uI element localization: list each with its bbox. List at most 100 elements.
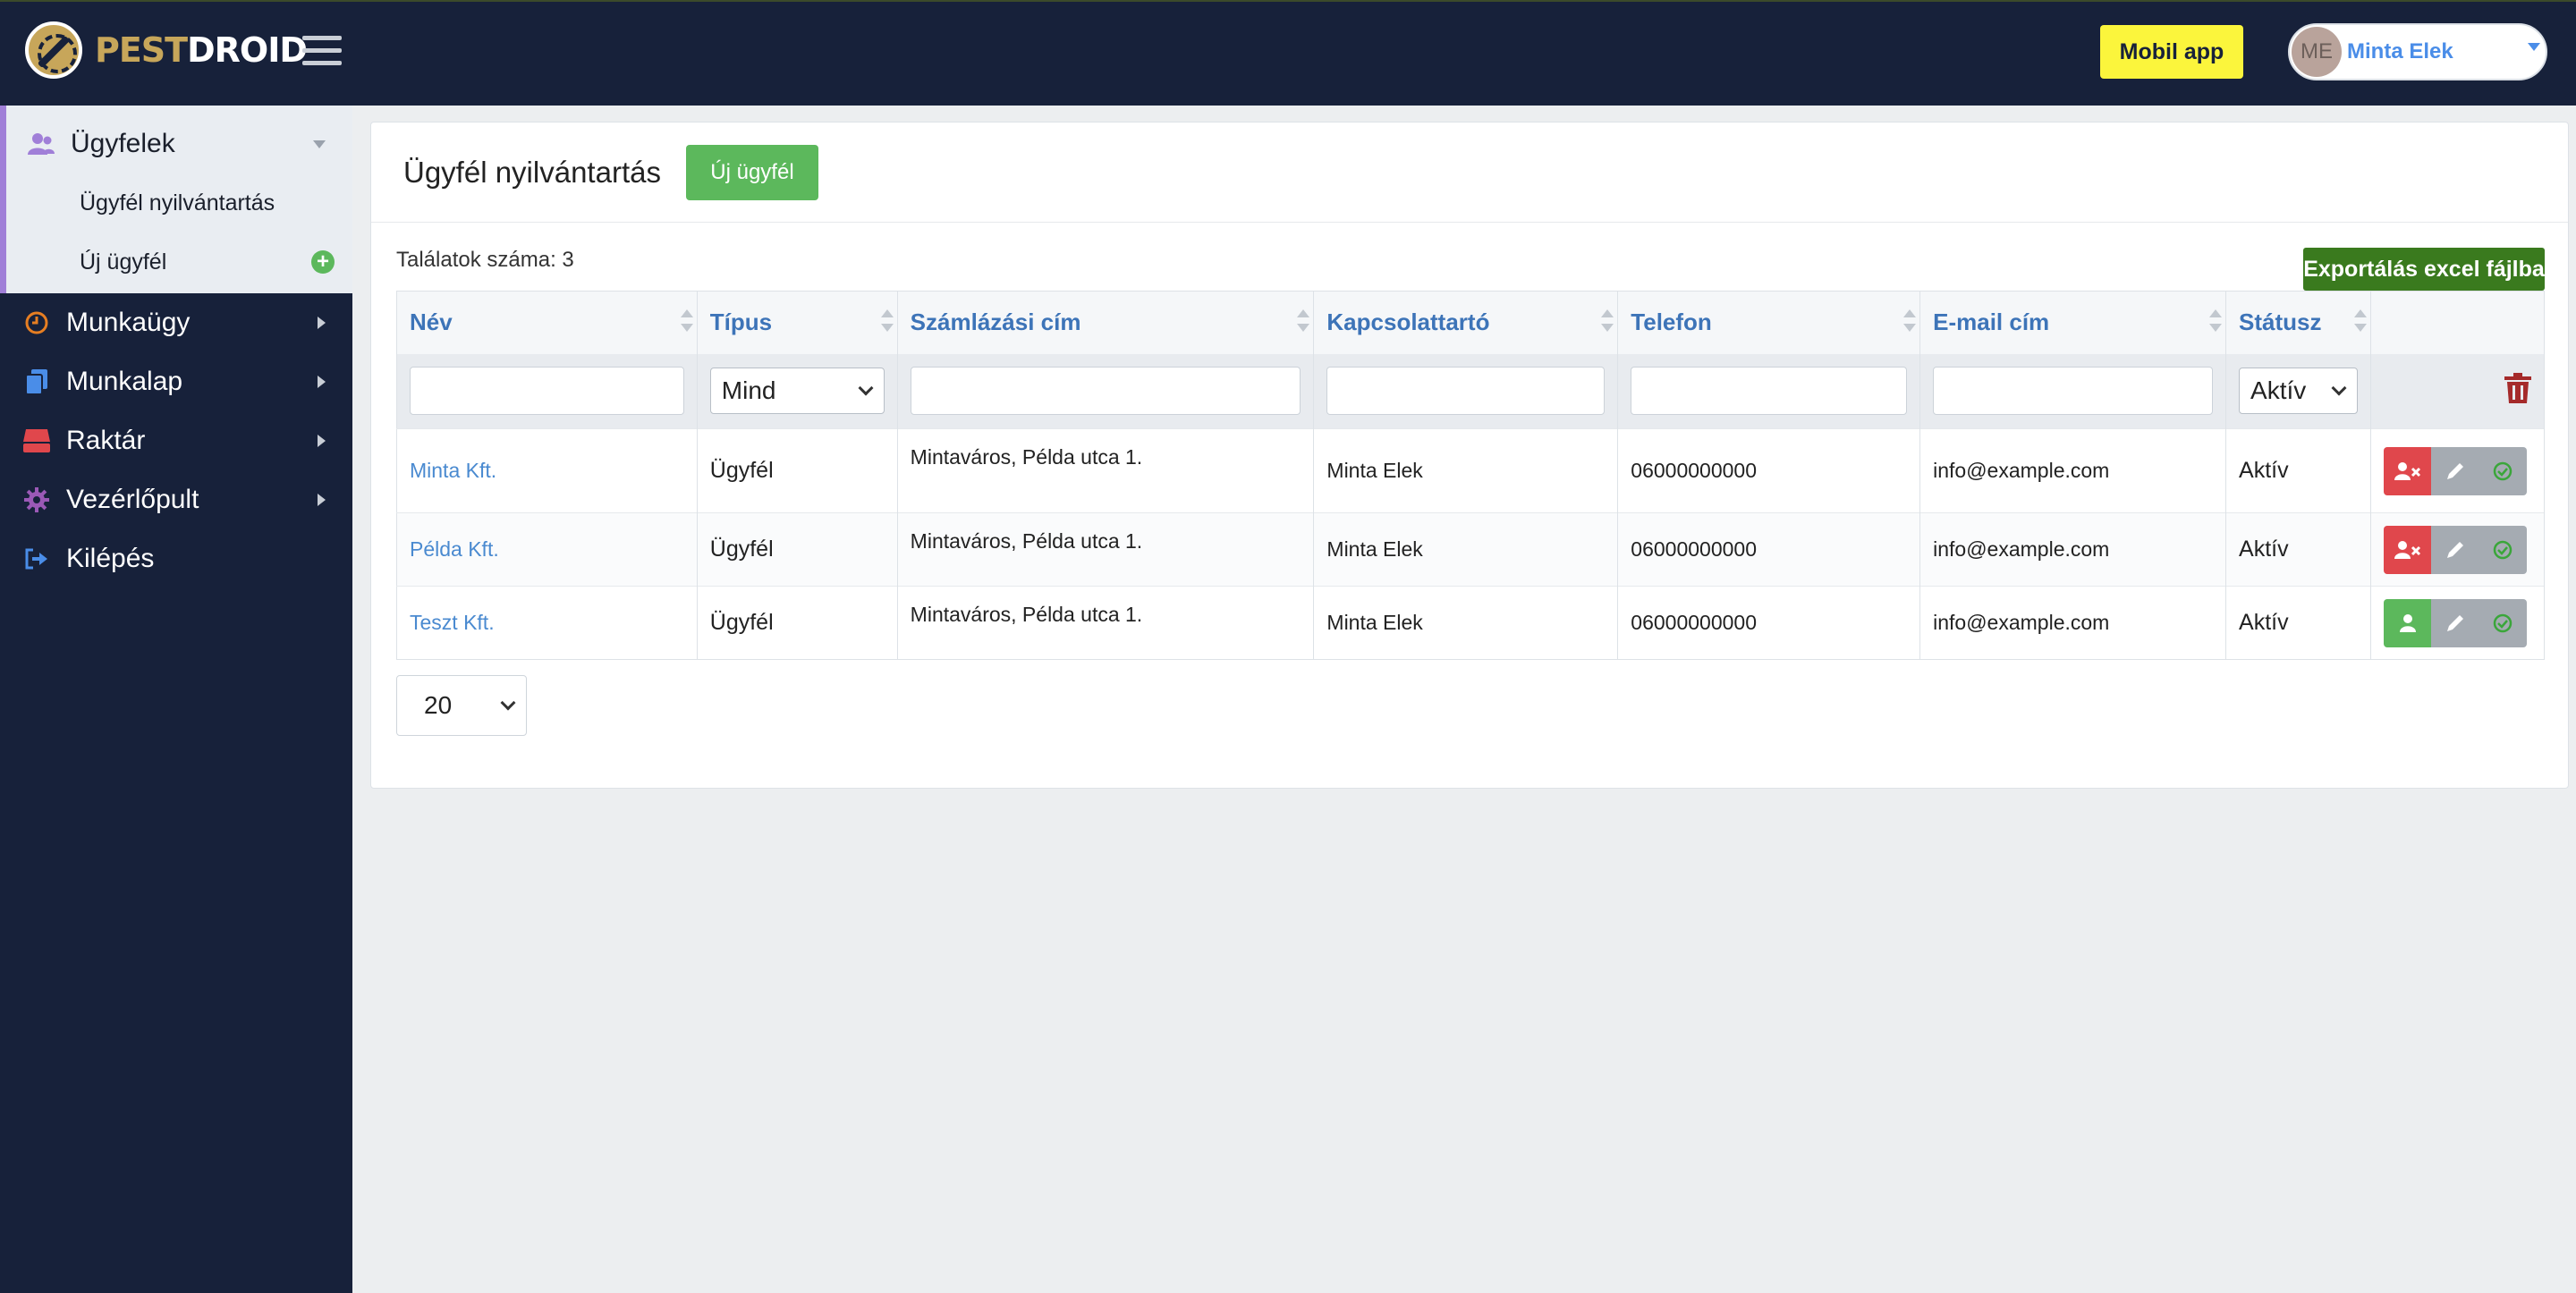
row-actions [2383,525,2527,574]
plus-circle-icon: + [311,250,335,274]
client-status: Aktív [2225,428,2371,513]
column-header-status[interactable]: Státusz [2225,291,2371,354]
type-filter-select[interactable]: Mind [709,368,885,415]
chevron-right-icon [318,317,326,329]
client-phone: 06000000000 [1617,428,1921,513]
warehouse-icon [23,427,50,454]
trash-icon[interactable] [2504,373,2531,409]
sidebar-item-label: Munkaügy [66,308,191,337]
logo-badge-icon [25,21,82,79]
table-row: Teszt Kft. Ügyfél Mintaváros, Példa utca… [396,586,2546,660]
check-circle-button[interactable] [2479,598,2527,647]
user-menu[interactable]: ME Minta Elek [2288,23,2547,80]
sidebar-item-munkalap[interactable]: Munkalap [0,352,352,411]
sidebar-subitem-new-client[interactable]: Új ügyfél + [6,232,352,292]
logout-icon [23,545,50,572]
column-header-billing-address[interactable]: Számlázási cím [897,291,1315,354]
sidebar-item-kilepes[interactable]: Kilépés [0,529,352,588]
avatar: ME [2292,27,2342,77]
mobile-app-button[interactable]: Mobil app [2100,25,2243,79]
new-client-button[interactable]: Új ügyfél [685,144,818,200]
sidebar-item-label: Kilépés [66,544,155,573]
client-status: Aktív [2225,586,2371,660]
column-header-name[interactable]: Név [396,291,698,354]
brand-logo[interactable]: PESTDROID [25,21,308,79]
column-header-actions [2370,291,2546,354]
column-header-contact[interactable]: Kapcsolattartó [1313,291,1619,354]
chevron-right-icon [318,435,326,447]
sort-icon [680,304,693,342]
sidebar-item-raktar[interactable]: Raktár [0,411,352,470]
copy-icon [23,368,50,395]
client-type: Ügyfél [697,586,898,660]
sidebar: Ügyfelek Ügyfél nyilvántartás Új ügyfél … [0,106,352,1293]
client-address: Mintaváros, Példa utca 1. [897,428,1315,513]
sort-icon [1903,304,1917,342]
client-phone: 06000000000 [1617,586,1921,660]
client-name-link[interactable]: Minta Kft. [410,459,496,482]
client-name-link[interactable]: Példa Kft. [410,537,499,561]
client-type: Ügyfél [697,512,898,587]
sidebar-item-label: Ügyfelek [71,129,175,158]
sort-icon [880,304,894,342]
phone-filter-input[interactable] [1631,367,1908,416]
page-title: Ügyfél nyilvántartás [403,155,661,189]
edit-pencil-button[interactable] [2431,525,2479,574]
chevron-down-icon [858,380,874,396]
sort-icon [1601,304,1614,342]
client-name-link[interactable]: Teszt Kft. [410,611,495,634]
chevron-down-icon [313,139,326,148]
per-page-select[interactable]: 20 [396,675,527,736]
column-header-type[interactable]: Típus [697,291,898,354]
client-email: info@example.com [1919,586,2227,660]
chevron-down-icon [500,695,516,711]
activate-user-button[interactable] [2383,598,2432,647]
sidebar-item-ugyfelek[interactable]: Ügyfelek [6,114,352,173]
address-filter-input[interactable] [910,367,1301,416]
column-header-phone[interactable]: Telefon [1617,291,1921,354]
deactivate-user-button[interactable] [2383,525,2432,574]
edit-pencil-button[interactable] [2431,446,2479,495]
client-type: Ügyfél [697,428,898,513]
client-contact: Minta Elek [1313,512,1619,587]
sidebar-item-vezerlopult[interactable]: Vezérlőpult [0,470,352,529]
user-name: Minta Elek [2347,39,2453,63]
clock-icon [23,309,50,336]
sort-icon [2353,304,2367,342]
client-address: Mintaváros, Példa utca 1. [897,586,1315,660]
users-icon [28,131,55,157]
email-filter-input[interactable] [1933,367,2214,416]
sidebar-subitem-client-registry[interactable]: Ügyfél nyilvántartás [6,173,352,232]
chevron-down-icon [2331,380,2347,396]
table-header-row: Név Típus Számlázási cím Kapcsolattartó … [396,291,2546,354]
brand-name: PESTDROID [95,30,308,70]
sidebar-item-label: Munkalap [66,367,183,396]
sidebar-item-label: Raktár [66,426,146,455]
top-bar: PESTDROID Mobil app ME Minta Elek [0,0,2576,106]
hamburger-menu-icon[interactable] [302,36,342,68]
status-filter-select[interactable]: Aktív [2239,368,2358,415]
name-filter-input[interactable] [410,367,684,416]
table-row: Minta Kft. Ügyfél Mintaváros, Példa utca… [396,428,2546,513]
client-table: Név Típus Számlázási cím Kapcsolattartó … [396,291,2546,660]
chevron-right-icon [318,376,326,388]
edit-pencil-button[interactable] [2431,598,2479,647]
sort-icon [1297,304,1310,342]
row-actions [2383,446,2527,495]
column-header-email[interactable]: E-mail cím [1919,291,2227,354]
sidebar-item-munkaugy[interactable]: Munkaügy [0,293,352,352]
export-excel-button[interactable]: Exportálás excel fájlba [2303,248,2545,291]
card-header: Ügyfél nyilvántartás Új ügyfél [371,123,2568,223]
results-count: Találatok száma: 3 [396,248,574,272]
check-circle-button[interactable] [2479,525,2527,574]
client-email: info@example.com [1919,428,2227,513]
sort-icon [2209,304,2223,342]
check-circle-button[interactable] [2479,446,2527,495]
contact-filter-input[interactable] [1326,367,1606,416]
client-email: info@example.com [1919,512,2227,587]
client-phone: 06000000000 [1617,512,1921,587]
table-row: Példa Kft. Ügyfél Mintaváros, Példa utca… [396,512,2546,587]
client-registry-card: Ügyfél nyilvántartás Új ügyfél Találatok… [370,122,2569,789]
gear-icon [23,486,50,513]
deactivate-user-button[interactable] [2383,446,2432,495]
